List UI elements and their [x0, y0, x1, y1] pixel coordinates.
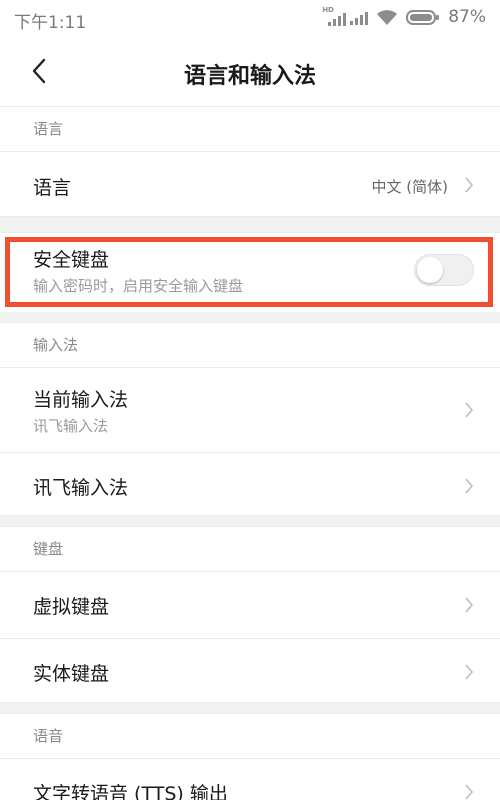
virtual-keyboard-title: 虚拟键盘 [33, 596, 110, 618]
language-row-value: 中文 (简体) [371, 178, 448, 196]
xunfei-input-method-row[interactable]: 讯飞输入法 [0, 453, 500, 519]
section-header-speech: 语音 [0, 713, 500, 759]
wifi-icon [377, 9, 398, 25]
secure-keyboard-toggle[interactable] [414, 254, 474, 286]
section-input-method: 输入法 当前输入法 讯飞输入法 讯飞输入法 [0, 322, 500, 519]
section-language: 语言 语言 中文 (简体) [0, 106, 500, 218]
chevron-right-icon [465, 784, 474, 800]
status-time: 下午1:11 [14, 13, 87, 33]
tts-output-row[interactable]: 文字转语音 (TTS) 输出 [0, 759, 500, 800]
status-bar: 下午1:11 HD 87% [0, 0, 500, 36]
section-header-keyboard: 键盘 [0, 526, 500, 572]
battery-icon [406, 9, 440, 25]
xunfei-input-method-title: 讯飞输入法 [33, 477, 129, 499]
chevron-right-icon [465, 177, 474, 193]
section-header-input-method: 输入法 [0, 322, 500, 368]
section-gap [0, 312, 500, 322]
physical-keyboard-title: 实体键盘 [33, 663, 110, 685]
chevron-right-icon [465, 478, 474, 494]
tts-output-title: 文字转语音 (TTS) 输出 [33, 783, 228, 800]
language-row[interactable]: 语言 中文 (简体) [0, 152, 500, 218]
chevron-right-icon [465, 402, 474, 418]
chevron-right-icon [465, 597, 474, 613]
section-keyboard: 键盘 虚拟键盘 实体键盘 [0, 526, 500, 705]
cell-signal-icon [350, 9, 369, 25]
current-input-method-title: 当前输入法 [33, 389, 129, 411]
section-gap [0, 216, 500, 233]
status-icons: HD 87% [322, 6, 486, 27]
chevron-right-icon [465, 664, 474, 680]
toggle-knob [417, 257, 443, 283]
secure-keyboard-title: 安全键盘 [33, 249, 110, 271]
section-speech: 语音 文字转语音 (TTS) 输出 [0, 713, 500, 800]
secure-keyboard-subtitle: 输入密码时，启用安全输入键盘 [33, 277, 244, 295]
virtual-keyboard-row[interactable]: 虚拟键盘 [0, 572, 500, 639]
battery-percent: 87% [448, 7, 486, 27]
page-title: 语言和输入法 [183, 64, 316, 89]
secure-keyboard-row[interactable]: 安全键盘 输入密码时，启用安全输入键盘 [0, 233, 500, 312]
language-row-title: 语言 [33, 177, 72, 199]
current-input-method-subtitle: 讯飞输入法 [33, 417, 109, 435]
app-header: 语言和输入法 [0, 36, 500, 106]
current-input-method-row[interactable]: 当前输入法 讯飞输入法 [0, 368, 500, 453]
section-secure-keyboard: 安全键盘 输入密码时，启用安全输入键盘 [0, 232, 500, 313]
section-header-language: 语言 [0, 106, 500, 152]
hd-signal-icon: HD [322, 6, 347, 26]
physical-keyboard-row[interactable]: 实体键盘 [0, 639, 500, 705]
